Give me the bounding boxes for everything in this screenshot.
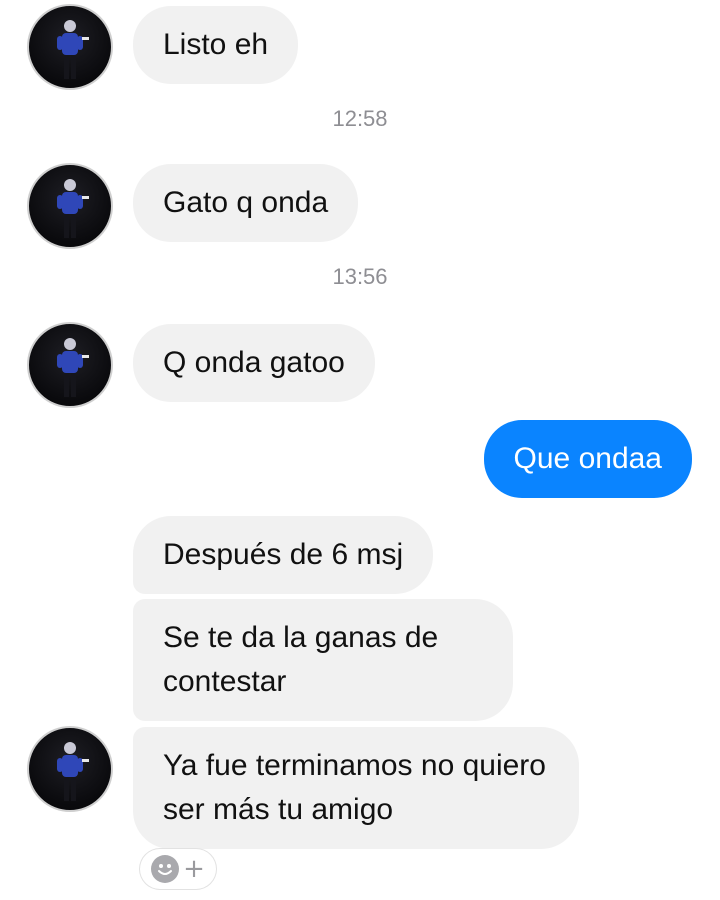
person-silhouette-icon (57, 179, 89, 238)
incoming-message[interactable]: Listo eh (133, 6, 299, 84)
timestamp: 12:58 (332, 106, 388, 131)
outgoing-message[interactable]: Que ondaa (483, 420, 692, 498)
plus-icon: + (183, 854, 205, 884)
incoming-message[interactable]: Se te da la ganas de contestar (133, 599, 513, 721)
incoming-message[interactable]: Después de 6 msj (133, 516, 434, 594)
add-reaction-button[interactable]: + (140, 849, 216, 889)
person-silhouette-icon (57, 20, 89, 79)
incoming-message[interactable]: Q onda gatoo (133, 324, 375, 402)
contact-avatar[interactable] (27, 322, 113, 408)
smiley-face-icon (151, 855, 180, 883)
contact-avatar[interactable] (27, 726, 113, 812)
person-silhouette-icon (57, 742, 89, 801)
timestamp: 13:56 (332, 264, 388, 289)
incoming-message[interactable]: Ya fue terminamos no quiero ser más tu a… (133, 727, 579, 849)
incoming-message[interactable]: Gato q onda (133, 164, 359, 242)
contact-avatar[interactable] (27, 163, 113, 249)
person-silhouette-icon (57, 338, 89, 397)
contact-avatar[interactable] (27, 4, 113, 90)
